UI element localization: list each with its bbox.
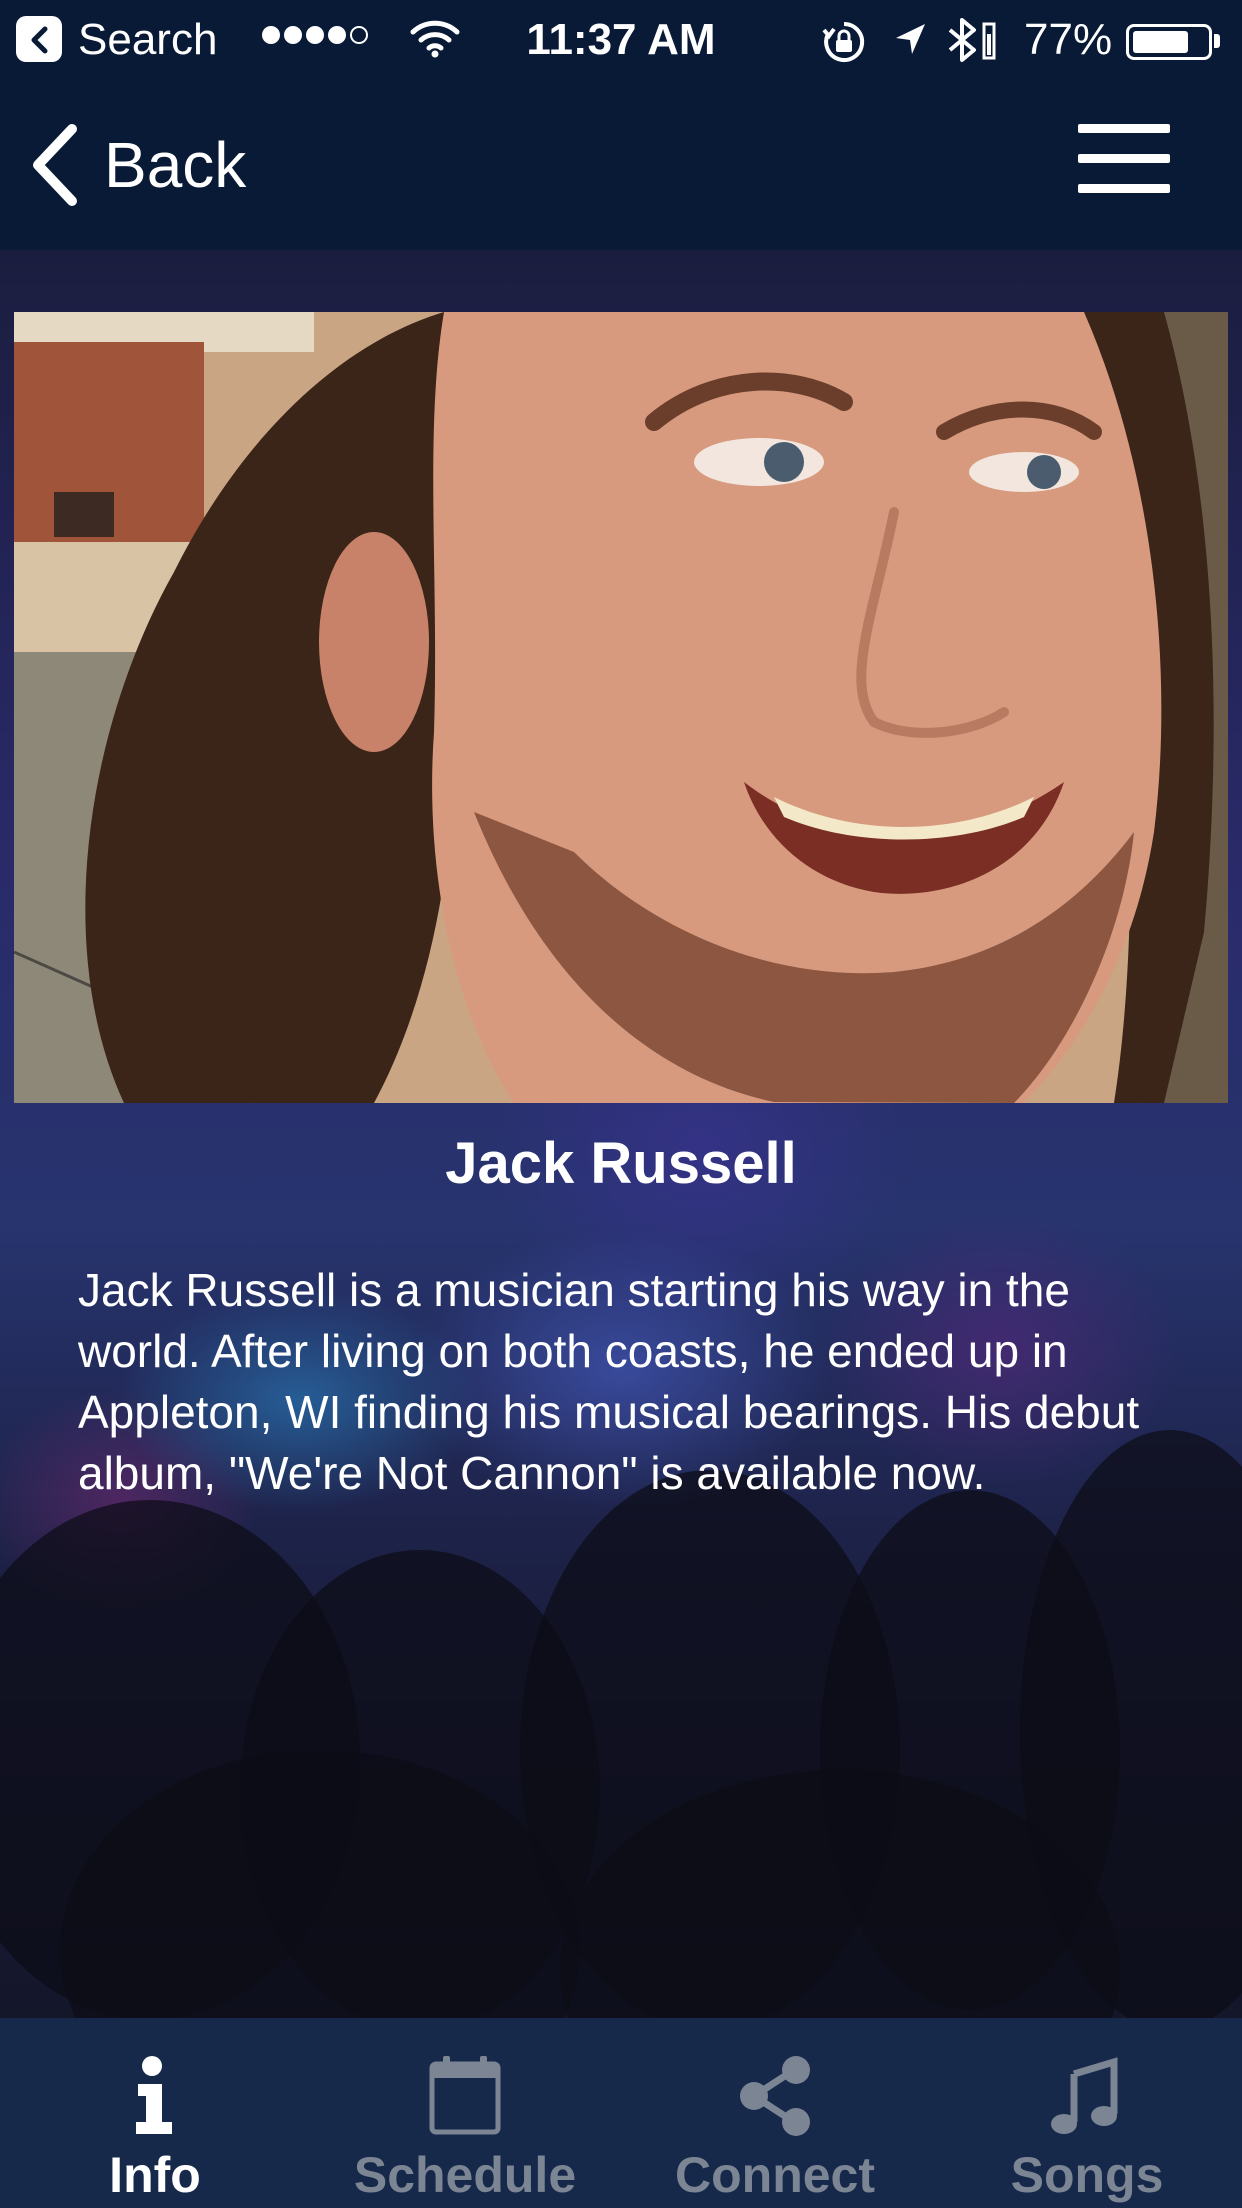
music-note-icon <box>932 2056 1242 2136</box>
back-label: Back <box>104 129 247 201</box>
tab-info-label: Info <box>109 2147 201 2203</box>
share-icon <box>620 2056 930 2136</box>
chevron-left-icon <box>33 124 77 206</box>
navigation-bar: Back <box>0 80 1242 250</box>
artist-bio: Jack Russell is a musician starting his … <box>78 1264 1140 1499</box>
tab-connect-label: Connect <box>675 2147 875 2203</box>
info-icon <box>0 2056 310 2136</box>
tab-connect[interactable]: Connect <box>620 2018 930 2208</box>
tab-bar: Info Schedule Connect Songs <box>0 2018 1242 2208</box>
status-bar: Search 11:37 AM 77% <box>0 0 1242 80</box>
tab-songs-label: Songs <box>1010 2147 1164 2203</box>
artist-name: Jack Russell <box>445 1131 797 1196</box>
battery-percent: 77% <box>1024 15 1113 64</box>
tab-songs[interactable]: Songs <box>932 2018 1242 2208</box>
rotation-lock-icon <box>822 20 866 76</box>
artist-detail-content: Jack Russell Jack Russell is a musician … <box>0 250 1242 2018</box>
hamburger-menu-icon[interactable] <box>1078 124 1170 196</box>
artist-photo <box>14 312 1228 1103</box>
location-arrow-icon <box>892 20 928 72</box>
tab-info[interactable]: Info <box>0 2018 310 2208</box>
back-button[interactable]: Back <box>30 120 246 210</box>
tab-schedule-label: Schedule <box>353 2147 577 2203</box>
bluetooth-icon <box>944 16 1004 76</box>
tab-schedule[interactable]: Schedule <box>310 2018 620 2208</box>
calendar-icon <box>310 2056 620 2136</box>
app-screen: Search 11:37 AM 77% Back Jack Russell Ja… <box>0 0 1242 2208</box>
